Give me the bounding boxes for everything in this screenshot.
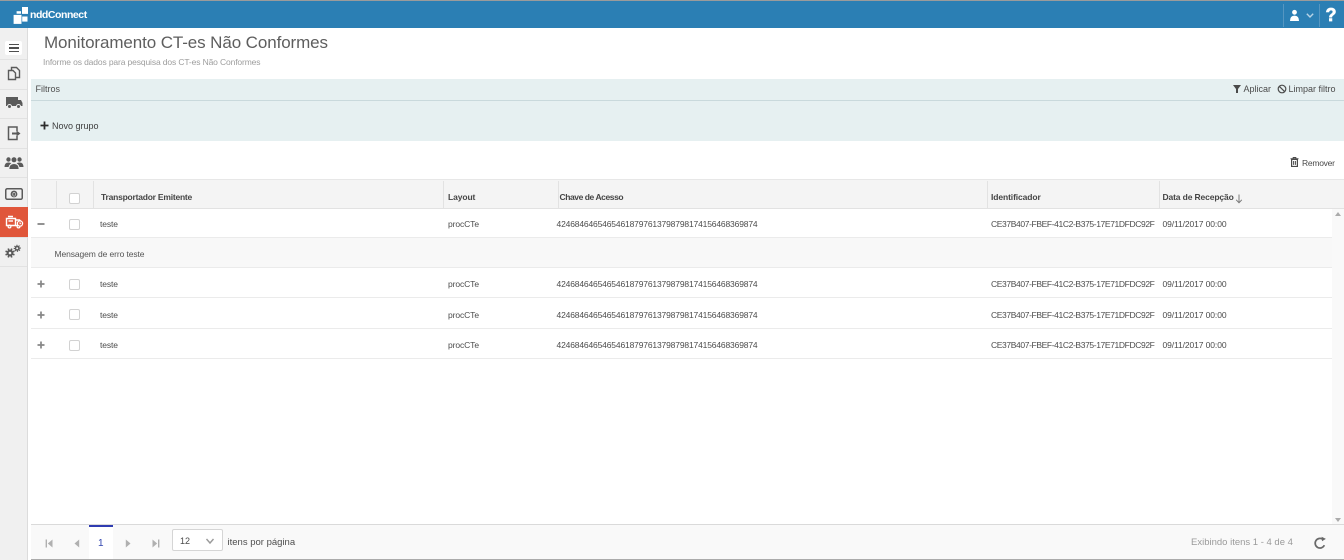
svg-text:0: 0 xyxy=(12,191,16,198)
